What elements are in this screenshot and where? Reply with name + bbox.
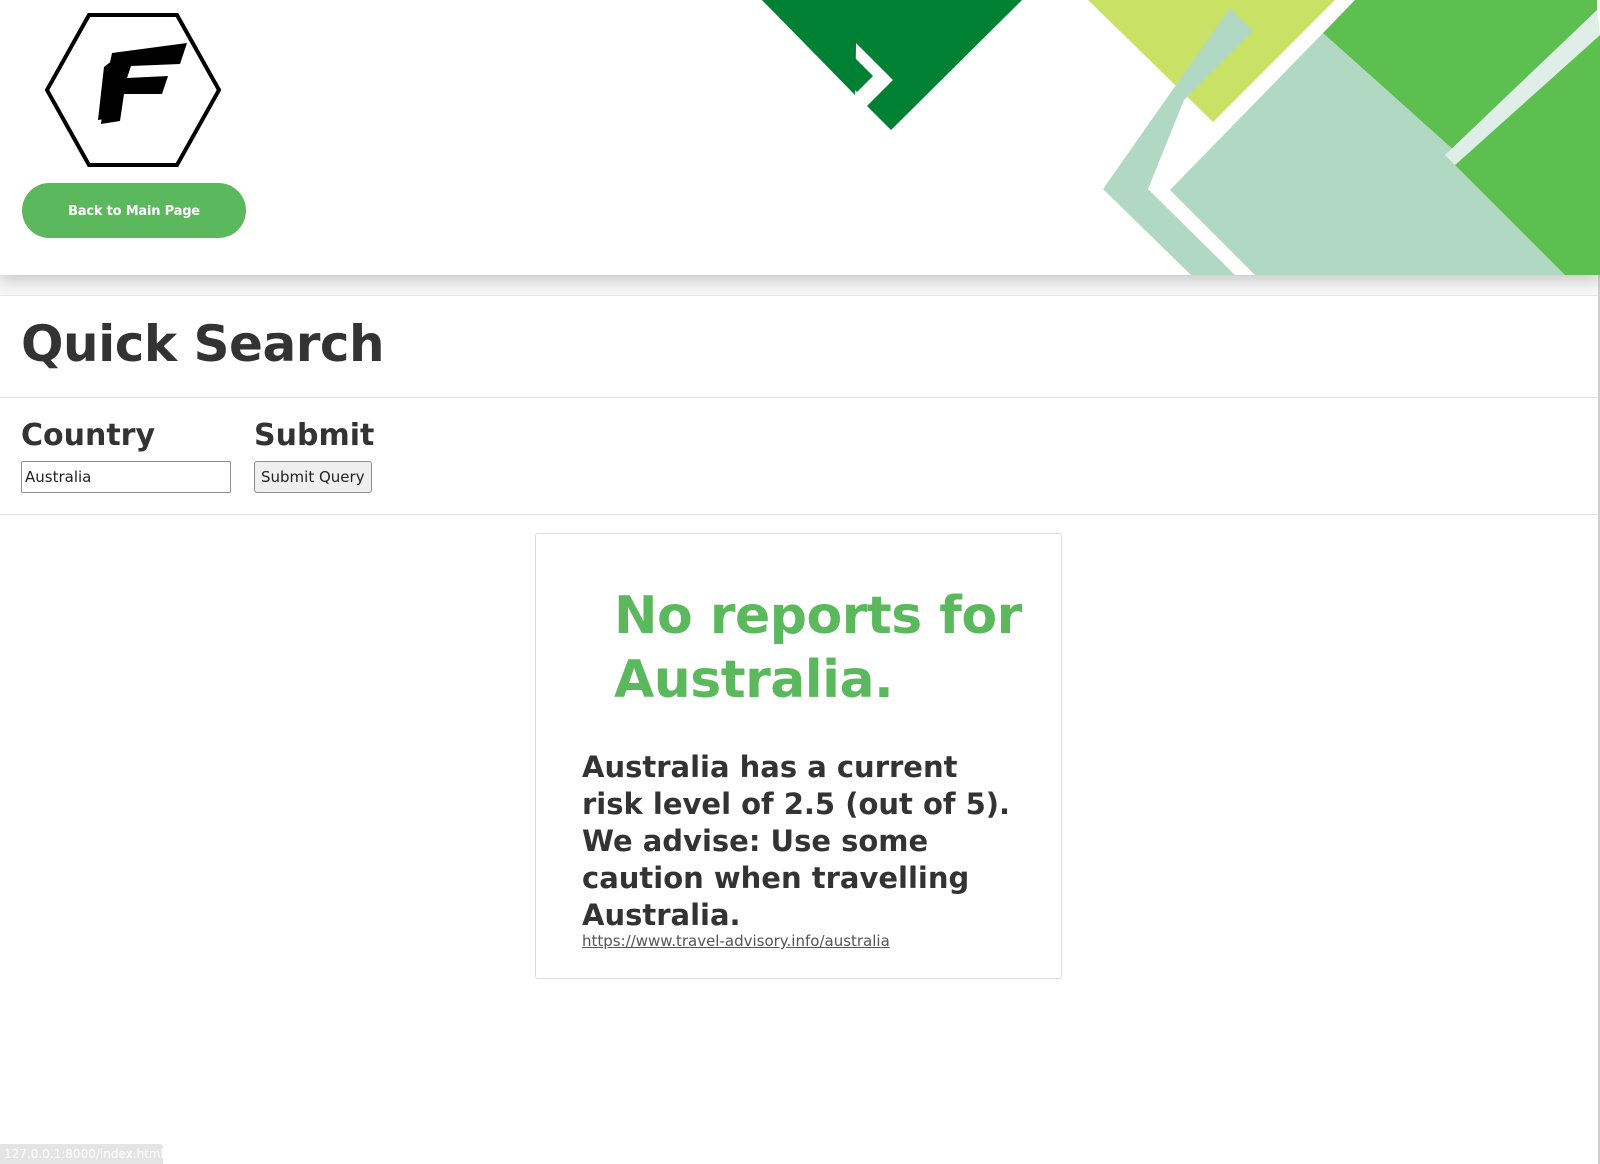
submit-query-button[interactable]: Submit Query: [254, 461, 372, 493]
risk-message: Australia has a current risk level of 2.…: [582, 750, 1011, 932]
country-input[interactable]: [21, 461, 231, 493]
divider: [0, 514, 1600, 515]
hexagon-letter-f-logo: [44, 13, 222, 167]
status-bar-url: 127.0.0.1:8000/index.html: [0, 1144, 163, 1164]
submit-field-group: Submit Submit Query: [254, 418, 374, 493]
header-shadow-band: [0, 275, 1600, 296]
submit-label: Submit: [254, 418, 375, 453]
country-field-group: Country: [21, 418, 231, 493]
header-decoration: [762, 0, 1600, 275]
site-header: Back to Main Page: [0, 0, 1600, 275]
divider: [0, 397, 1600, 398]
page: Back to Main Page Quick Search Country S…: [0, 0, 1600, 1164]
page-title: Quick Search: [21, 315, 385, 373]
back-to-main-button[interactable]: Back to Main Page: [22, 183, 246, 238]
advisory-link[interactable]: https://www.travel-advisory.info/austral…: [582, 932, 890, 950]
result-card: No reports for Australia. Australia has …: [535, 533, 1062, 979]
country-label: Country: [21, 418, 156, 453]
result-heading: No reports for Australia.: [614, 586, 1022, 710]
